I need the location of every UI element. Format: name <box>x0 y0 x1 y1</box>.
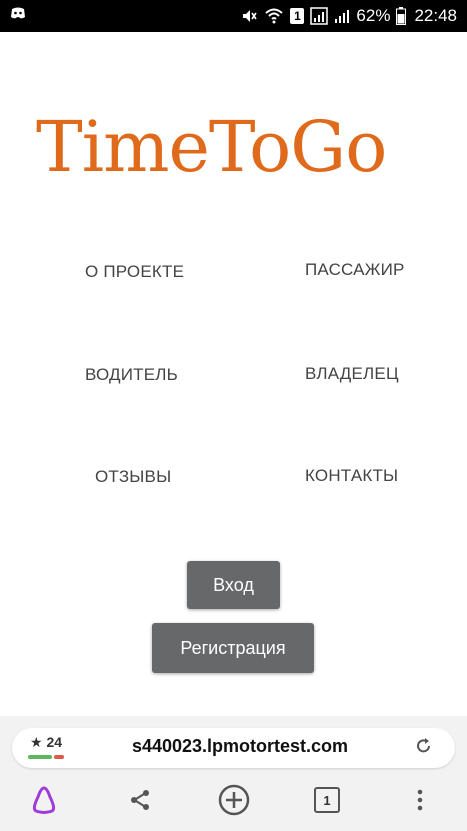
url-text[interactable]: s440023.lpmotortest.com <box>100 736 380 757</box>
nav-reviews[interactable]: ОТЗЫВЫ <box>95 467 171 487</box>
tabs-button[interactable]: 1 <box>305 778 349 822</box>
site-rating[interactable]: ★ 24 <box>30 734 62 751</box>
share-icon[interactable] <box>118 778 162 822</box>
signal-box-icon <box>310 7 329 25</box>
nav-driver[interactable]: ВОДИТЕЛЬ <box>85 365 178 385</box>
login-button[interactable]: Вход <box>187 561 280 609</box>
battery-percent: 62% <box>356 6 391 25</box>
more-menu-icon[interactable] <box>398 778 442 822</box>
wifi-icon <box>264 7 284 25</box>
register-button[interactable]: Регистрация <box>152 623 314 673</box>
new-tab-icon[interactable] <box>212 778 256 822</box>
signal-icon <box>334 8 350 24</box>
status-indicators: 1 62% 22:48 <box>240 0 457 32</box>
nav-contacts[interactable]: КОНТАКТЫ <box>305 466 398 486</box>
nav-owner[interactable]: ВЛАДЕЛЕЦ <box>305 364 399 384</box>
rating-indicator <box>28 755 64 759</box>
sim-icon: 1 <box>290 8 305 24</box>
battery-icon <box>396 7 407 25</box>
browser-bottom-toolbar: 1 <box>0 778 467 828</box>
discord-notification-icon <box>10 6 26 22</box>
tab-count: 1 <box>314 787 340 813</box>
nav-about[interactable]: О ПРОЕКТЕ <box>85 262 184 282</box>
site-logo[interactable]: TimeToGo <box>36 106 387 188</box>
status-bar: 1 62% 22:48 <box>0 0 467 32</box>
alice-assistant-icon[interactable] <box>22 778 66 822</box>
nav-passenger[interactable]: ПАССАЖИР <box>305 260 405 280</box>
clock: 22:48 <box>414 6 457 25</box>
mute-icon <box>240 7 258 25</box>
reload-icon[interactable] <box>414 736 434 756</box>
